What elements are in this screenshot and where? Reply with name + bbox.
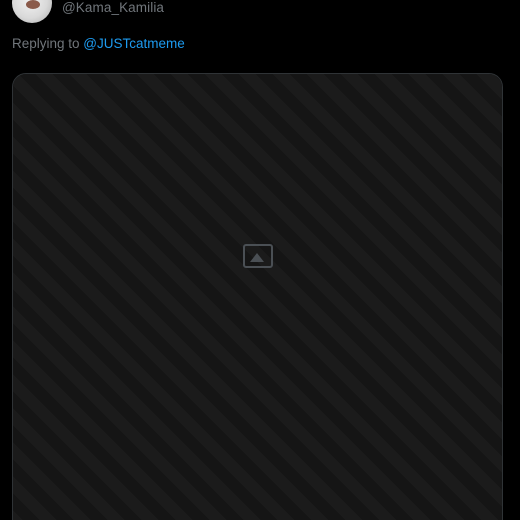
tweet-reply-view: @Kama_Kamilia Replying to @JUSTcatmeme (0, 0, 520, 520)
media-card[interactable] (12, 73, 503, 520)
replying-to-line: Replying to @JUSTcatmeme (12, 36, 185, 51)
image-icon (242, 244, 273, 268)
author-handle[interactable]: @Kama_Kamilia (62, 0, 164, 15)
author-row: @Kama_Kamilia (12, 0, 164, 23)
media-image-placeholder (13, 74, 502, 520)
mention-link[interactable]: @JUSTcatmeme (83, 36, 184, 51)
avatar-image-detail (26, 0, 40, 9)
replying-to-label: Replying to (12, 36, 84, 51)
avatar[interactable] (12, 0, 52, 23)
